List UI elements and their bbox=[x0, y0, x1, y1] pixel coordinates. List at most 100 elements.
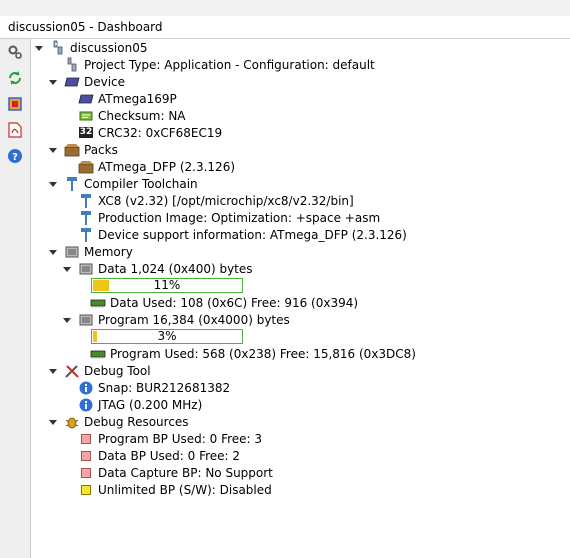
svg-text:?: ? bbox=[12, 152, 18, 163]
collapse-toggle[interactable] bbox=[62, 264, 72, 274]
tree-node-packs[interactable]: Packs bbox=[48, 141, 118, 158]
refresh-icon bbox=[9, 71, 21, 85]
collapse-toggle[interactable] bbox=[48, 179, 58, 189]
collapse-toggle[interactable] bbox=[48, 145, 58, 155]
device-name: ATmega169P bbox=[98, 91, 177, 106]
package-icon bbox=[78, 159, 94, 175]
tree-node-memory[interactable]: Memory bbox=[48, 243, 133, 260]
program-memory-percent: 3% bbox=[157, 329, 177, 343]
tree-node-project[interactable]: discussion05 bbox=[34, 39, 147, 56]
debug-resources-label: Debug Resources bbox=[84, 414, 189, 429]
production-info: Production Image: Optimization: +space +… bbox=[98, 210, 381, 225]
tree-node-debug-tool[interactable]: Debug Tool bbox=[48, 362, 151, 379]
pdf-button[interactable] bbox=[6, 121, 24, 139]
tree-node-checksum[interactable]: Checksum: NA bbox=[78, 107, 186, 124]
program-used-info: Program Used: 568 (0x238) Free: 15,816 (… bbox=[110, 346, 416, 361]
hammer-icon bbox=[78, 193, 94, 209]
refresh-button[interactable] bbox=[6, 69, 24, 87]
tree-node-toolchain[interactable]: Compiler Toolchain bbox=[48, 175, 198, 192]
ram-stick-icon bbox=[90, 295, 106, 311]
compiler-info: XC8 (v2.32) [/opt/microchip/xc8/v2.32/bi… bbox=[98, 193, 354, 208]
tree-node-data-capture[interactable]: Data Capture BP: No Support bbox=[78, 464, 273, 481]
breakpoint-red-icon bbox=[78, 431, 94, 447]
packs-label: Packs bbox=[84, 142, 118, 157]
support-info: Device support information: ATmega_DFP (… bbox=[98, 227, 407, 242]
data-memory-percent: 11% bbox=[153, 278, 181, 292]
tree-node-unlimited-bp[interactable]: Unlimited BP (S/W): Disabled bbox=[78, 481, 272, 498]
tools-icon bbox=[64, 363, 80, 379]
tree-node-data-used[interactable]: Data Used: 108 (0x6C) Free: 916 (0x394) bbox=[90, 294, 358, 311]
data-memory-label: Data 1,024 (0x400) bytes bbox=[98, 261, 253, 276]
project-name: discussion05 bbox=[70, 40, 148, 55]
device-checksum: Checksum: NA bbox=[98, 108, 186, 123]
collapse-toggle[interactable] bbox=[48, 417, 58, 427]
breakpoint-red-icon bbox=[78, 448, 94, 464]
device-chip-icon bbox=[78, 91, 94, 107]
memory-icon bbox=[64, 244, 80, 260]
data-capture-info: Data Capture BP: No Support bbox=[98, 465, 273, 480]
data-bp-info: Data BP Used: 0 Free: 2 bbox=[98, 448, 241, 463]
unlimited-bp-info: Unlimited BP (S/W): Disabled bbox=[98, 482, 272, 497]
hammer-icon bbox=[78, 210, 94, 226]
top-strip bbox=[0, 0, 570, 16]
tree-node-compiler[interactable]: XC8 (v2.32) [/opt/microchip/xc8/v2.32/bi… bbox=[78, 192, 354, 209]
collapse-toggle[interactable] bbox=[62, 315, 72, 325]
debug-tool-label: Debug Tool bbox=[84, 363, 151, 378]
ram-stick-icon bbox=[90, 346, 106, 362]
program-memory-label: Program 16,384 (0x4000) bytes bbox=[98, 312, 290, 327]
project-info: Project Type: Application - Configuratio… bbox=[84, 57, 375, 72]
info-icon bbox=[78, 397, 94, 413]
hammer-icon bbox=[78, 227, 94, 243]
tree-node-device[interactable]: Device bbox=[48, 73, 125, 90]
chip-icon bbox=[8, 97, 22, 111]
pack-name: ATmega_DFP (2.3.126) bbox=[98, 159, 236, 174]
device-label: Device bbox=[84, 74, 126, 89]
memory-label: Memory bbox=[84, 244, 133, 259]
tree-node-crc[interactable]: 32 CRC32: 0xCF68EC19 bbox=[78, 124, 222, 141]
tree-node-program-memory[interactable]: Program 16,384 (0x4000) bytes bbox=[62, 311, 290, 328]
chip-button[interactable] bbox=[6, 95, 24, 113]
title-bar: discussion05 - Dashboard bbox=[0, 16, 570, 39]
tree-node-support[interactable]: Device support information: ATmega_DFP (… bbox=[78, 226, 407, 243]
collapse-toggle[interactable] bbox=[48, 247, 58, 257]
breakpoint-yellow-icon bbox=[78, 482, 94, 498]
tree-node-jtag[interactable]: JTAG (0.200 MHz) bbox=[78, 396, 202, 413]
jtag-info: JTAG (0.200 MHz) bbox=[98, 397, 203, 412]
collapse-toggle[interactable] bbox=[48, 366, 58, 376]
project-icon bbox=[50, 40, 66, 56]
crc32-icon: 32 bbox=[78, 125, 94, 141]
toolchain-label: Compiler Toolchain bbox=[84, 176, 198, 191]
project-icon bbox=[64, 57, 80, 73]
tree-node-program-used[interactable]: Program Used: 568 (0x238) Free: 15,816 (… bbox=[90, 345, 416, 362]
collapse-toggle[interactable] bbox=[48, 77, 58, 87]
dashboard-tree: discussion05 Project Type: Application -… bbox=[30, 39, 570, 558]
tree-node-debug-resources[interactable]: Debug Resources bbox=[48, 413, 189, 430]
tree-node-data-bp[interactable]: Data BP Used: 0 Free: 2 bbox=[78, 447, 240, 464]
tree-node-snap[interactable]: Snap: BUR212681382 bbox=[78, 379, 230, 396]
tree-node-production[interactable]: Production Image: Optimization: +space +… bbox=[78, 209, 380, 226]
help-button[interactable]: ? bbox=[6, 147, 24, 165]
tree-node-program-bp[interactable]: Program BP Used: 0 Free: 3 bbox=[78, 430, 262, 447]
checksum-icon bbox=[78, 108, 94, 124]
tree-node-project-info[interactable]: Project Type: Application - Configuratio… bbox=[64, 56, 375, 73]
crc32-badge: 32 bbox=[78, 127, 94, 138]
collapse-toggle[interactable] bbox=[34, 43, 44, 53]
bug-icon bbox=[64, 414, 80, 430]
program-memory-progress: 3% bbox=[91, 329, 243, 344]
device-crc: CRC32: 0xCF68EC19 bbox=[98, 125, 223, 140]
tree-node-pack-item[interactable]: ATmega_DFP (2.3.126) bbox=[78, 158, 235, 175]
package-icon bbox=[64, 142, 80, 158]
program-bp-info: Program BP Used: 0 Free: 3 bbox=[98, 431, 263, 446]
device-chip-icon bbox=[64, 74, 80, 90]
pdf-icon bbox=[8, 122, 22, 138]
memory-icon bbox=[78, 261, 94, 277]
settings-button[interactable] bbox=[6, 43, 24, 61]
tree-node-data-memory[interactable]: Data 1,024 (0x400) bytes bbox=[62, 260, 253, 277]
data-memory-progress: 11% bbox=[91, 278, 243, 293]
info-icon bbox=[78, 380, 94, 396]
hammer-icon bbox=[64, 176, 80, 192]
snap-info: Snap: BUR212681382 bbox=[98, 380, 231, 395]
settings-icon bbox=[8, 45, 22, 59]
tree-node-device-name[interactable]: ATmega169P bbox=[78, 90, 177, 107]
breakpoint-red-icon bbox=[78, 465, 94, 481]
